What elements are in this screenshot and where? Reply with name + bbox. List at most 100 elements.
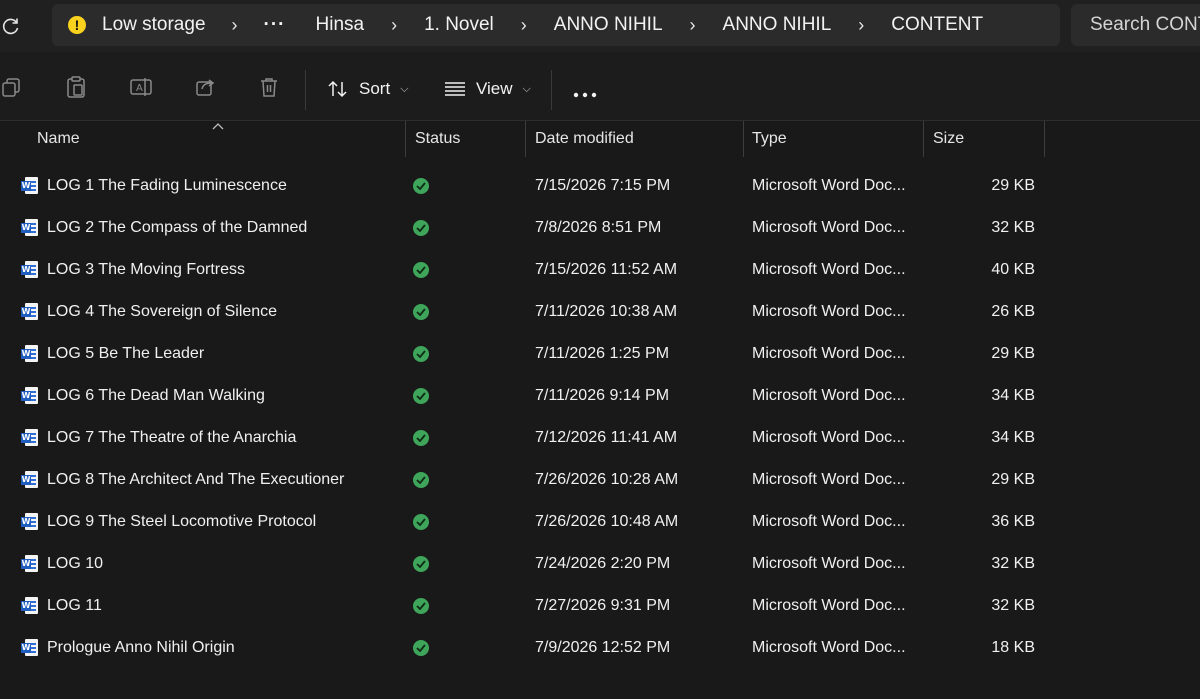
file-type: Microsoft Word Doc... [752, 555, 906, 572]
file-row[interactable]: W LOG 9 The Steel Locomotive Protocol 7/… [0, 501, 1200, 543]
column-header-status[interactable]: Status [415, 120, 460, 158]
file-size: 34 KB [991, 387, 1035, 404]
copy-icon[interactable] [0, 74, 24, 100]
breadcrumb[interactable]: ! Low storage › ··· Hinsa › 1. Novel › A… [52, 4, 1060, 46]
column-divider[interactable] [923, 121, 924, 157]
file-type: Microsoft Word Doc... [752, 639, 906, 656]
view-button[interactable]: View ⌵ [444, 76, 531, 102]
synced-icon [413, 333, 431, 375]
file-date: 7/26/2026 10:48 AM [535, 513, 679, 530]
column-header-size[interactable]: Size [933, 120, 964, 158]
synced-icon [413, 165, 431, 207]
word-document-icon: W [21, 627, 39, 669]
chevron-right-icon[interactable]: › [667, 15, 719, 36]
file-name[interactable]: Prologue Anno Nihil Origin [47, 627, 235, 669]
synced-icon [413, 291, 431, 333]
svg-text:A: A [136, 83, 143, 94]
file-type: Microsoft Word Doc... [752, 597, 906, 614]
word-document-icon: W [21, 207, 39, 249]
breadcrumb-novel[interactable]: 1. Novel [420, 14, 498, 36]
synced-icon [413, 627, 431, 669]
breadcrumb-hinsa[interactable]: Hinsa [312, 14, 369, 36]
file-name[interactable]: LOG 2 The Compass of the Damned [47, 207, 307, 249]
file-row[interactable]: W LOG 3 The Moving Fortress 7/15/2026 11… [0, 249, 1200, 291]
synced-icon [413, 249, 431, 291]
file-row[interactable]: W LOG 4 The Sovereign of Silence 7/11/20… [0, 291, 1200, 333]
file-name[interactable]: LOG 8 The Architect And The Executioner [47, 459, 344, 501]
column-divider[interactable] [743, 121, 744, 157]
word-document-icon: W [21, 291, 39, 333]
column-header-date[interactable]: Date modified [535, 120, 634, 158]
column-divider[interactable] [405, 121, 406, 157]
file-date: 7/24/2026 2:20 PM [535, 555, 671, 572]
file-row[interactable]: W LOG 11 7/27/2026 9:31 PM Microsoft Wor… [0, 585, 1200, 627]
low-storage-label[interactable]: Low storage [98, 14, 210, 36]
file-name[interactable]: LOG 6 The Dead Man Walking [47, 375, 265, 417]
file-name[interactable]: LOG 1 The Fading Luminescence [47, 165, 287, 207]
breadcrumb-overflow[interactable]: ··· [260, 14, 290, 36]
file-date: 7/11/2026 10:38 AM [535, 303, 678, 320]
file-date: 7/26/2026 10:28 AM [535, 471, 679, 488]
delete-icon[interactable] [256, 74, 282, 100]
column-header-name[interactable]: Name [37, 120, 80, 158]
file-size: 18 KB [991, 639, 1035, 656]
address-row: ! Low storage › ··· Hinsa › 1. Novel › A… [0, 0, 1200, 52]
sort-button[interactable]: Sort ⌵ [327, 76, 409, 102]
file-date: 7/15/2026 7:15 PM [535, 177, 671, 194]
file-name[interactable]: LOG 11 [47, 585, 102, 627]
file-type: Microsoft Word Doc... [752, 177, 906, 194]
rename-icon[interactable]: A [129, 74, 155, 100]
file-type: Microsoft Word Doc... [752, 513, 906, 530]
file-name[interactable]: LOG 4 The Sovereign of Silence [47, 291, 277, 333]
chevron-down-icon: ⌵ [522, 82, 531, 95]
file-row[interactable]: W LOG 10 7/24/2026 2:20 PM Microsoft Wor… [0, 543, 1200, 585]
file-name[interactable]: LOG 5 Be The Leader [47, 333, 204, 375]
paste-icon[interactable] [63, 74, 89, 100]
breadcrumb-content[interactable]: CONTENT [887, 14, 987, 36]
file-size: 29 KB [991, 177, 1035, 194]
file-size: 36 KB [991, 513, 1035, 530]
file-type: Microsoft Word Doc... [752, 387, 906, 404]
toolbar-divider [305, 70, 306, 110]
chevron-right-icon[interactable]: › [210, 15, 260, 36]
breadcrumb-anno-nihil-1[interactable]: ANNO NIHIL [550, 14, 667, 36]
refresh-icon[interactable] [0, 13, 22, 39]
view-icon [445, 82, 465, 96]
chevron-right-icon[interactable]: › [835, 15, 887, 36]
file-size: 32 KB [991, 555, 1035, 572]
file-size: 40 KB [991, 261, 1035, 278]
word-document-icon: W [21, 501, 39, 543]
file-row[interactable]: W LOG 6 The Dead Man Walking 7/11/2026 9… [0, 375, 1200, 417]
column-divider[interactable] [1044, 121, 1045, 157]
column-header-type[interactable]: Type [752, 120, 787, 158]
file-name[interactable]: LOG 3 The Moving Fortress [47, 249, 245, 291]
chevron-right-icon[interactable]: › [498, 15, 550, 36]
file-row[interactable]: W LOG 2 The Compass of the Damned 7/8/20… [0, 207, 1200, 249]
more-icon[interactable] [572, 86, 598, 104]
file-size: 26 KB [991, 303, 1035, 320]
chevron-right-icon[interactable]: › [368, 15, 420, 36]
breadcrumb-anno-nihil-2[interactable]: ANNO NIHIL [719, 14, 836, 36]
share-icon[interactable] [192, 74, 218, 100]
file-row[interactable]: W LOG 7 The Theatre of the Anarchia 7/12… [0, 417, 1200, 459]
file-date: 7/11/2026 1:25 PM [535, 345, 670, 362]
file-name[interactable]: LOG 10 [47, 543, 103, 585]
file-type: Microsoft Word Doc... [752, 303, 906, 320]
file-row[interactable]: W LOG 1 The Fading Luminescence 7/15/202… [0, 165, 1200, 207]
file-size: 29 KB [991, 345, 1035, 362]
file-row[interactable]: W LOG 8 The Architect And The Executione… [0, 459, 1200, 501]
word-document-icon: W [21, 249, 39, 291]
file-name[interactable]: LOG 9 The Steel Locomotive Protocol [47, 501, 316, 543]
file-row[interactable]: W LOG 5 Be The Leader 7/11/2026 1:25 PM … [0, 333, 1200, 375]
word-document-icon: W [21, 417, 39, 459]
word-document-icon: W [21, 333, 39, 375]
file-date: 7/9/2026 12:52 PM [535, 639, 671, 656]
toolbar-divider [551, 70, 552, 110]
column-divider[interactable] [525, 121, 526, 157]
file-row[interactable]: W Prologue Anno Nihil Origin 7/9/2026 12… [0, 627, 1200, 669]
sort-icon [328, 80, 347, 98]
file-size: 29 KB [991, 471, 1035, 488]
word-document-icon: W [21, 585, 39, 627]
search-input[interactable]: Search CONTENT [1071, 4, 1200, 46]
file-name[interactable]: LOG 7 The Theatre of the Anarchia [47, 417, 296, 459]
